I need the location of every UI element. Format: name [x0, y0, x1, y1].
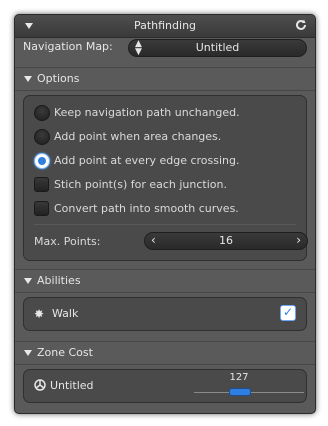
zone-cost-title: Zone Cost [37, 346, 93, 359]
zone-label: Untitled [50, 379, 94, 392]
options-section-header[interactable]: Options [15, 67, 315, 91]
collapse-triangle-icon[interactable] [24, 278, 32, 284]
collapse-triangle-icon[interactable] [24, 76, 32, 82]
max-points-label: Max. Points: [34, 235, 101, 248]
radio-button[interactable] [34, 105, 50, 121]
checkbox[interactable] [34, 201, 49, 216]
pathfinding-panel: Pathfinding Navigation Map: ▲ ▼ Untitled … [14, 14, 316, 414]
walk-checkbox-checked[interactable] [280, 305, 296, 321]
options-box: Keep navigation path unchanged. Add poin… [23, 95, 308, 261]
chevron-right-icon[interactable]: › [296, 233, 301, 247]
walk-icon: ✸ [34, 307, 45, 321]
options-title: Options [37, 72, 80, 85]
checkbox[interactable] [34, 177, 49, 192]
panel-header[interactable]: Pathfinding [15, 15, 315, 38]
navigation-map-select[interactable]: ▲ ▼ Untitled [128, 39, 307, 57]
max-points-value: 16 [219, 234, 233, 247]
abilities-section-header[interactable]: Abilities [15, 269, 315, 293]
radio-button[interactable] [34, 129, 50, 145]
zone-cost-slider-thumb[interactable] [229, 388, 251, 396]
abilities-box: ✸ Walk [23, 297, 307, 331]
option-label: Add point when area changes. [54, 130, 222, 143]
zone-icon [34, 379, 46, 391]
option-label: Add point at every edge crossing. [54, 154, 240, 167]
refresh-icon[interactable] [295, 19, 307, 31]
walk-label: Walk [52, 307, 79, 320]
option-label: Keep navigation path unchanged. [54, 106, 240, 119]
option-label: Stich point(s) for each junction. [54, 178, 227, 191]
navigation-map-value: Untitled [195, 41, 240, 54]
zone-cost-section-header[interactable]: Zone Cost [15, 341, 315, 365]
max-points-stepper[interactable]: ‹ 16 › [144, 232, 308, 250]
radio-button-selected[interactable] [34, 153, 50, 169]
zone-cost-value: 127 [229, 372, 249, 383]
divider [34, 224, 296, 225]
option-label: Convert path into smooth curves. [54, 202, 239, 215]
panel-title: Pathfinding [133, 19, 197, 32]
navigation-map-label: Navigation Map: [23, 40, 113, 53]
zone-cost-box: Untitled 127 [23, 369, 307, 403]
collapse-triangle-icon[interactable] [24, 350, 32, 356]
abilities-title: Abilities [37, 274, 81, 287]
